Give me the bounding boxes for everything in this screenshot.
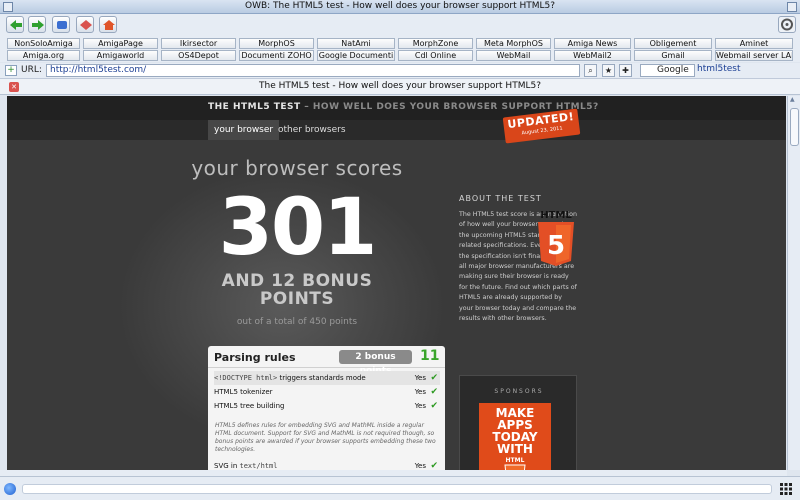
add-bookmark-button[interactable]: + [5, 65, 17, 76]
about-title: ABOUT THE TEST [459, 194, 542, 203]
bookmark-button[interactable]: Cdl Online [398, 50, 473, 61]
reload-icon [57, 21, 67, 29]
bookmark-button[interactable]: NonSoloAmiga [7, 38, 80, 49]
sponsors-title: SPONSORS [494, 388, 544, 395]
stop-icon [80, 20, 92, 30]
progress-bar [22, 484, 772, 494]
sponsors-box: SPONSORS MAKE APPS TODAY WITH HTML 5 [459, 375, 577, 470]
tab-title[interactable]: The HTML5 test - How well does your brow… [0, 81, 800, 91]
table-row: <!DOCTYPE html> triggers standards mode … [214, 371, 440, 385]
bookmarks-bar: NonSoloAmiga AmigaPage Ikirsector MorphOS Na… [0, 36, 800, 62]
page-tabs: your browser other browsers [7, 120, 786, 140]
grid-menu-icon[interactable] [780, 483, 792, 495]
site-title: THE HTML5 TEST – HOW WELL DOES YOUR BROW… [208, 102, 599, 112]
forward-button[interactable] [28, 16, 46, 33]
status-bar [0, 476, 800, 500]
parsing-note: HTML5 defines rules for embedding SVG an… [215, 422, 436, 453]
scroll-thumb[interactable] [790, 108, 799, 146]
table-row: SVG in text/html Yes ✔ [214, 459, 440, 470]
web-page: THE HTML5 TEST – HOW WELL DOES YOUR BROW… [7, 96, 786, 470]
out-of-total: out of a total of 450 points [236, 317, 358, 327]
bookmark-button[interactable]: Documenti ZOHO [239, 50, 314, 61]
bookmark-star-icon[interactable]: ★ [602, 64, 615, 77]
url-input[interactable]: http://html5test.com/ [46, 64, 580, 77]
table-row: HTML5 tree building Yes ✔ [214, 401, 438, 411]
site-header: THE HTML5 TEST – HOW WELL DOES YOUR BROW… [7, 96, 786, 120]
section-points: 11 [420, 348, 440, 364]
search-icon[interactable]: ⌕ [584, 64, 597, 77]
bookmark-button[interactable]: Amigaworld [83, 50, 158, 61]
check-icon: ✔ [430, 401, 438, 411]
check-icon: ✔ [430, 387, 438, 397]
bonus-badge: 2 bonus points [339, 350, 412, 376]
bookmark-button[interactable]: Obligement [634, 38, 712, 49]
window-title: OWB: The HTML5 test - How well does your… [244, 1, 556, 11]
bookmark-button[interactable]: Google Documenti [317, 50, 395, 61]
scores-title: your browser scores [191, 156, 403, 180]
search-input[interactable]: html5test [697, 64, 792, 77]
bookmark-button[interactable]: AmigaPage [83, 38, 158, 49]
html5-logo-icon: HTML 5 [534, 209, 578, 272]
sponsor-ad[interactable]: MAKE APPS TODAY WITH HTML 5 [479, 403, 551, 470]
globe-icon [4, 483, 16, 495]
total-score: 301 [218, 183, 378, 273]
bookmark-button[interactable]: Webmail server LAN [715, 50, 793, 61]
window-depth-icon[interactable] [787, 2, 797, 12]
check-icon: ✔ [430, 461, 438, 470]
tab-other-browsers[interactable]: other browsers [272, 120, 352, 140]
svg-text:HTML: HTML [540, 210, 572, 221]
bookmark-button[interactable]: OS4Depot [161, 50, 236, 61]
card-title: Parsing rules [214, 351, 296, 364]
home-button[interactable] [99, 16, 117, 33]
search-engine-select[interactable]: Google [640, 64, 695, 77]
scroll-up-icon[interactable]: ▲ [790, 96, 799, 106]
tab-your-browser[interactable]: your browser [208, 120, 280, 140]
bonus-points: AND 12 BONUS POINTS [221, 271, 373, 309]
gear-icon [781, 18, 793, 31]
bookmark-button[interactable]: Ikirsector [161, 38, 236, 49]
url-bar: + URL: http://html5test.com/ ⌕ ★ ✚ Googl… [0, 63, 800, 79]
bookmark-button[interactable]: MorphOS [239, 38, 314, 49]
bookmark-add-icon[interactable]: ✚ [619, 64, 632, 77]
stop-button[interactable] [76, 16, 94, 33]
bookmark-button[interactable]: Aminet [715, 38, 793, 49]
vertical-scrollbar[interactable]: ▲ [787, 96, 800, 470]
check-icon: ✔ [430, 373, 438, 383]
home-icon [103, 20, 115, 30]
nav-toolbar [0, 14, 800, 36]
reload-button[interactable] [52, 16, 70, 33]
card-header: Parsing rules 2 bonus points 11 [208, 346, 445, 376]
bookmark-button[interactable]: Gmail [634, 50, 712, 61]
back-arrow-icon [10, 20, 22, 30]
bookmark-button[interactable]: Amiga.org [7, 50, 80, 61]
bookmark-button[interactable]: NatAmi [317, 38, 395, 49]
forward-arrow-icon [32, 20, 44, 30]
bookmark-button[interactable]: WebMail [476, 50, 551, 61]
url-label: URL: [21, 65, 42, 75]
settings-button[interactable] [778, 16, 796, 33]
bookmark-button[interactable]: MorphZone [398, 38, 473, 49]
bookmark-button[interactable]: Meta MorphOS [476, 38, 551, 49]
back-button[interactable] [6, 16, 24, 33]
bookmark-button[interactable]: Amiga News [554, 38, 631, 49]
bookmark-button[interactable]: WebMail2 [554, 50, 631, 61]
svg-text:5: 5 [547, 231, 565, 261]
window-titlebar: OWB: The HTML5 test - How well does your… [0, 0, 800, 14]
tab-bar: ✕ The HTML5 test - How well does your br… [0, 79, 800, 95]
parsing-rules-card: Parsing rules 2 bonus points 11 <!DOCTYP… [208, 346, 445, 470]
table-row: HTML5 tokenizer Yes ✔ [214, 387, 438, 397]
